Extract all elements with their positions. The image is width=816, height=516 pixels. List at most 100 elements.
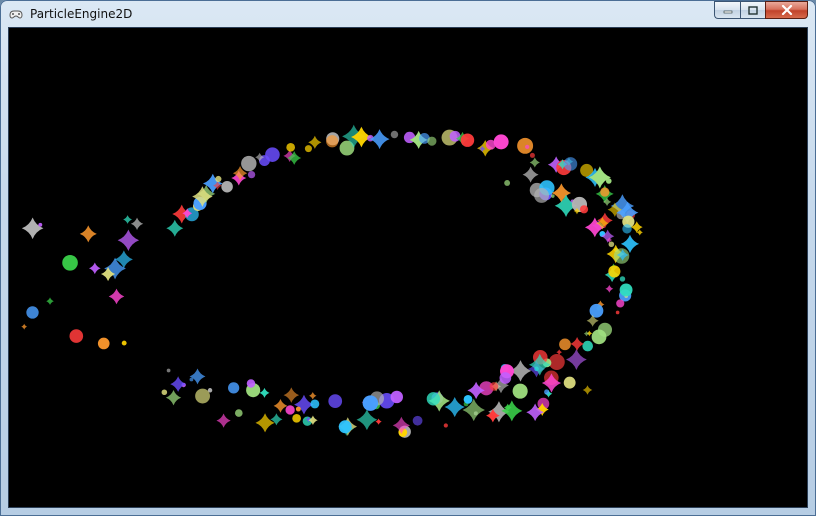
circle-particle: [559, 338, 571, 351]
circle-particle: [295, 406, 301, 412]
circle-particle: [534, 188, 550, 203]
star-particle: [166, 219, 184, 237]
circle-particle: [460, 133, 475, 147]
circle-particle: [390, 390, 403, 404]
circle-particle: [579, 205, 589, 214]
star-particle: [189, 368, 206, 385]
star-particle: [566, 349, 587, 370]
star-particle: [273, 399, 288, 413]
circle-particle: [582, 340, 594, 352]
circle-particle: [443, 423, 448, 428]
circle-particle: [619, 283, 633, 297]
star-particle: [529, 157, 540, 168]
game-controller-icon: [9, 10, 23, 19]
circle-particle: [463, 394, 473, 404]
circle-particle: [615, 310, 620, 315]
circle-particle: [608, 265, 621, 278]
star-particle: [165, 390, 182, 406]
particle-field: [21, 124, 643, 438]
star-particle: [369, 129, 390, 150]
circle-particle: [310, 399, 320, 409]
star-particle: [501, 400, 523, 422]
star-particle: [108, 288, 125, 305]
circle-particle: [493, 134, 509, 150]
star-particle: [583, 330, 590, 337]
star-particle: [21, 217, 44, 240]
star-particle: [605, 284, 614, 293]
star-particle: [259, 387, 270, 398]
circle-particle: [338, 420, 352, 434]
star-particle: [283, 387, 300, 403]
minimize-icon: [723, 10, 732, 14]
maximize-icon: [748, 5, 758, 15]
star-particle: [21, 323, 28, 330]
circle-particle: [62, 254, 78, 271]
star-particle: [130, 217, 144, 230]
circle-particle: [517, 137, 534, 154]
window-title: ParticleEngine2D: [30, 7, 133, 21]
circle-particle: [121, 340, 127, 346]
circle-particle: [38, 222, 43, 227]
circle-particle: [412, 415, 423, 426]
circle-particle: [292, 413, 301, 423]
circle-particle: [328, 394, 343, 408]
star-particle: [582, 385, 593, 395]
particle-canvas[interactable]: [8, 27, 808, 508]
star-particle: [79, 225, 97, 243]
star-particle: [309, 391, 317, 400]
circle-particle: [589, 303, 604, 318]
circle-particle: [512, 383, 528, 399]
circle-particle: [166, 368, 171, 373]
circle-particle: [234, 409, 243, 417]
circle-particle: [504, 180, 511, 186]
circle-particle: [241, 155, 257, 172]
star-particle: [216, 413, 231, 428]
star-particle: [522, 166, 539, 183]
star-particle: [255, 413, 275, 433]
circle-particle: [529, 152, 535, 158]
circle-particle: [215, 175, 222, 183]
circle-particle: [499, 372, 512, 384]
circle-particle: [563, 157, 578, 171]
circle-particle: [304, 145, 312, 153]
circle-particle: [195, 388, 211, 404]
star-particle: [88, 262, 101, 275]
circle-particle: [265, 147, 280, 162]
minimize-button[interactable]: [714, 1, 740, 19]
circle-particle: [616, 299, 625, 308]
circle-particle: [390, 130, 399, 139]
circle-particle: [189, 377, 194, 382]
title-bar[interactable]: ParticleEngine2D: [0, 0, 816, 27]
star-particle: [46, 297, 54, 305]
maximize-button[interactable]: [740, 1, 765, 19]
circle-particle: [550, 194, 555, 198]
circle-particle: [563, 376, 576, 389]
circle-particle: [544, 389, 550, 395]
application-window: ParticleEngine2D: [0, 0, 816, 516]
circle-particle: [605, 178, 612, 184]
circle-particle: [326, 135, 339, 148]
circle-particle: [489, 382, 499, 391]
circle-particle: [69, 329, 84, 343]
circle-particle: [246, 379, 256, 388]
circle-particle: [600, 187, 610, 197]
circle-particle: [622, 224, 632, 234]
circle-particle: [247, 170, 256, 179]
circle-particle: [619, 276, 626, 282]
star-particle: [170, 376, 186, 392]
circle-particle: [161, 389, 168, 396]
circle-particle: [427, 136, 437, 146]
close-button[interactable]: [765, 1, 808, 19]
star-particle: [117, 229, 140, 251]
star-particle: [356, 409, 378, 431]
circle-particle: [362, 395, 379, 411]
circle-particle: [285, 405, 295, 415]
circle-particle: [26, 306, 39, 319]
star-particle: [123, 215, 132, 224]
circle-particle: [591, 329, 607, 345]
circle-particle: [97, 337, 110, 350]
star-particle: [570, 336, 585, 351]
window-controls: [714, 1, 808, 19]
close-icon: [781, 5, 792, 15]
circle-particle: [525, 144, 530, 150]
